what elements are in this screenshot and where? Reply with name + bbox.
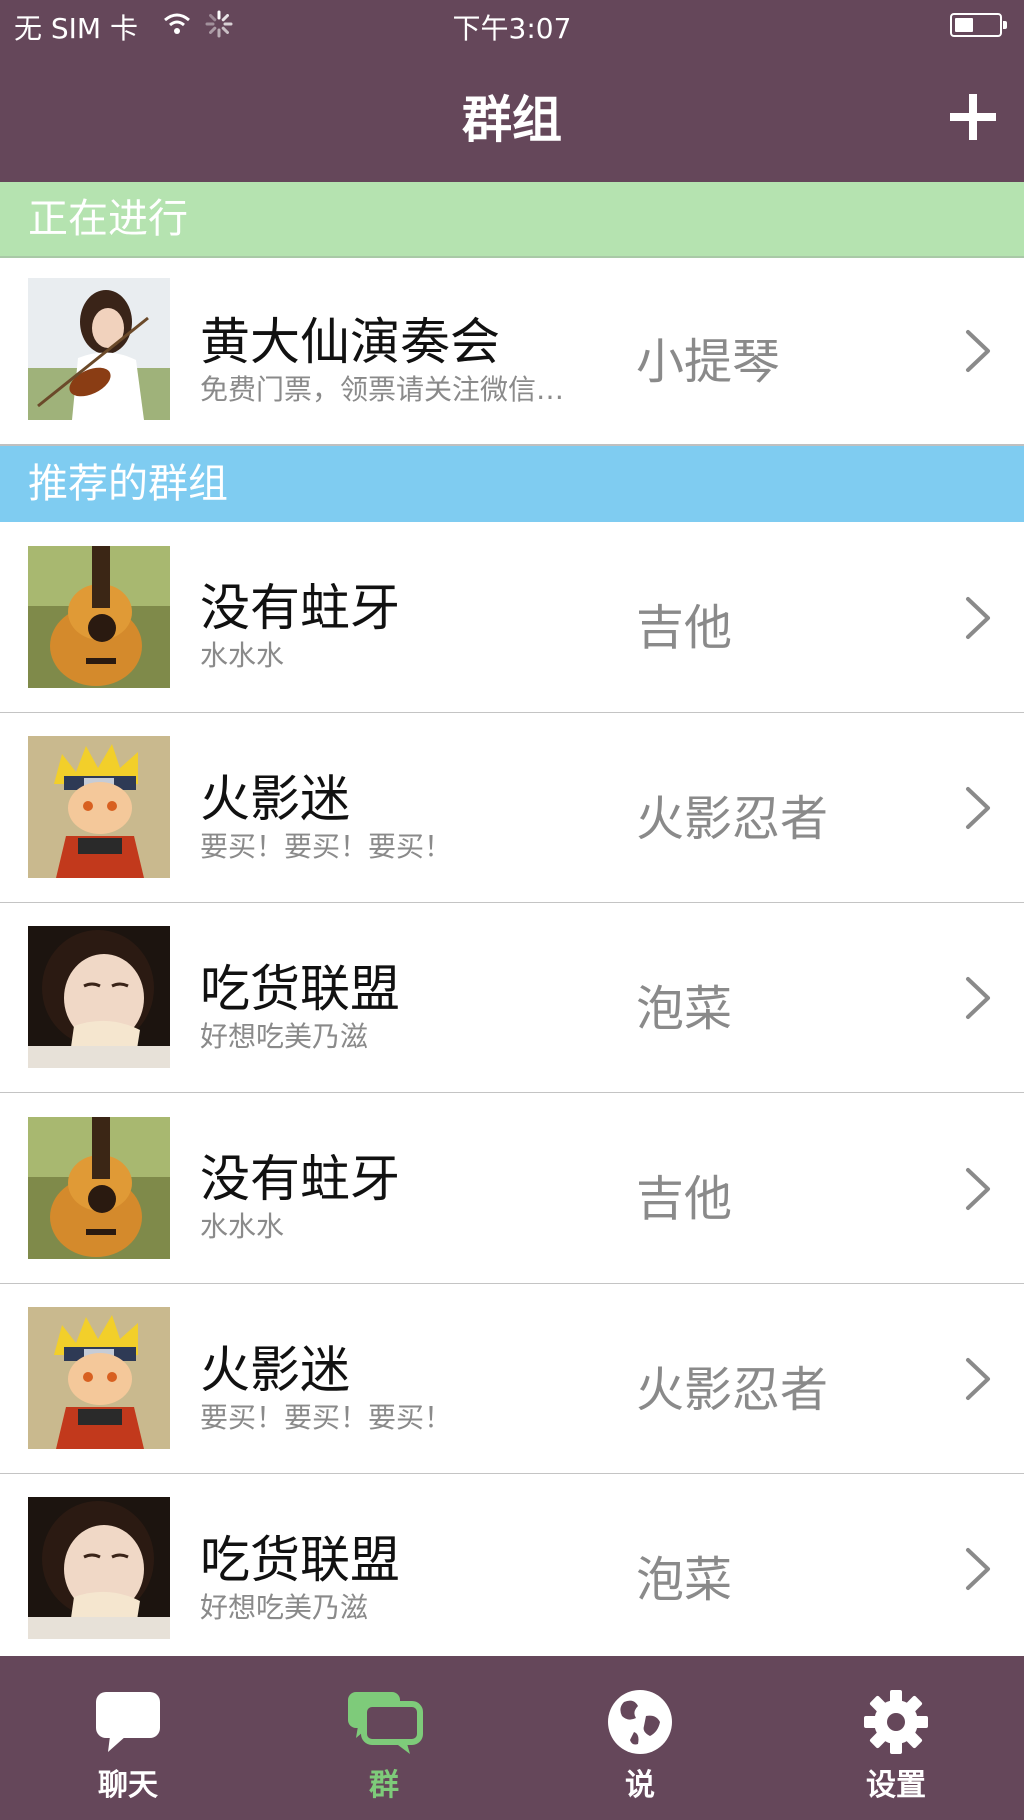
battery-icon xyxy=(950,13,1007,37)
clock: 下午3:07 xyxy=(452,12,572,45)
add-icon[interactable] xyxy=(948,92,998,142)
section-header-recommended: 推荐的群组 xyxy=(0,444,1024,522)
group-row[interactable]: 吃货联盟 好想吃美乃滋 泡菜 xyxy=(0,903,1024,1093)
tab-groups[interactable]: 群 xyxy=(256,1656,512,1820)
chevron-right-icon xyxy=(964,1356,992,1402)
group-name: 没有蛀牙 xyxy=(200,1150,400,1208)
tab-label: 群 xyxy=(369,1768,399,1803)
tab-settings[interactable]: 设置 xyxy=(768,1656,1024,1820)
group-tag: 小提琴 xyxy=(636,334,781,390)
group-name: 黄大仙演奏会 xyxy=(200,313,500,371)
group-row[interactable]: 火影迷 要买！要买！要买！ 火影忍者 xyxy=(0,1284,1024,1474)
group-name: 火影迷 xyxy=(200,770,350,828)
group-avatar xyxy=(28,1117,170,1259)
group-row[interactable]: 吃货联盟 好想吃美乃滋 泡菜 xyxy=(0,1474,1024,1656)
group-tag: 火影忍者 xyxy=(636,791,829,847)
chevron-right-icon xyxy=(964,328,992,374)
group-description: 水水水 xyxy=(200,639,285,672)
group-chat-icon xyxy=(256,1686,512,1758)
group-tag: 火影忍者 xyxy=(636,1362,829,1418)
group-avatar xyxy=(28,1307,170,1449)
group-avatar xyxy=(28,278,170,420)
chat-bubble-icon xyxy=(0,1686,256,1758)
nav-bar: 群组 xyxy=(0,50,1024,182)
tab-chat[interactable]: 聊天 xyxy=(0,1656,256,1820)
chevron-right-icon xyxy=(964,785,992,831)
active-group-row[interactable]: 黄大仙演奏会 免费门票，领票请关注微信… 小提琴 xyxy=(0,258,1024,444)
globe-icon xyxy=(512,1686,768,1758)
tab-label: 聊天 xyxy=(98,1768,158,1803)
tab-say[interactable]: 说 xyxy=(512,1656,768,1820)
group-description: 要买！要买！要买！ xyxy=(200,1401,453,1434)
group-name: 火影迷 xyxy=(200,1341,350,1399)
group-description: 好想吃美乃滋 xyxy=(200,1591,369,1624)
group-avatar xyxy=(28,1497,170,1639)
group-row[interactable]: 没有蛀牙 水水水 吉他 xyxy=(0,1093,1024,1284)
tab-label: 设置 xyxy=(866,1768,926,1803)
group-name: 吃货联盟 xyxy=(200,1531,400,1589)
group-tag: 吉他 xyxy=(636,1171,733,1227)
group-tag: 泡菜 xyxy=(636,1552,733,1608)
group-name: 没有蛀牙 xyxy=(200,579,400,637)
chevron-right-icon xyxy=(964,1546,992,1592)
group-row[interactable]: 火影迷 要买！要买！要买！ 火影忍者 xyxy=(0,713,1024,903)
group-description: 好想吃美乃滋 xyxy=(200,1020,369,1053)
group-tag: 泡菜 xyxy=(636,981,733,1037)
chevron-right-icon xyxy=(964,1166,992,1212)
chevron-right-icon xyxy=(964,975,992,1021)
group-tag: 吉他 xyxy=(636,600,733,656)
group-avatar xyxy=(28,926,170,1068)
group-name: 吃货联盟 xyxy=(200,960,400,1018)
chevron-right-icon xyxy=(964,595,992,641)
gear-icon xyxy=(768,1686,1024,1758)
group-avatar xyxy=(28,546,170,688)
group-description: 要买！要买！要买！ xyxy=(200,830,453,863)
group-avatar xyxy=(28,736,170,878)
tab-bar: 聊天 群 说 设置 xyxy=(0,1656,1024,1820)
group-row[interactable]: 没有蛀牙 水水水 吉他 xyxy=(0,522,1024,713)
section-header-active: 正在进行 xyxy=(0,182,1024,258)
tab-label: 说 xyxy=(625,1768,655,1803)
group-description: 水水水 xyxy=(200,1210,285,1243)
page-title: 群组 xyxy=(462,91,562,149)
group-description: 免费门票，领票请关注微信… xyxy=(200,373,565,406)
status-bar: 无 SIM 卡 下午3:07 xyxy=(0,0,1024,50)
